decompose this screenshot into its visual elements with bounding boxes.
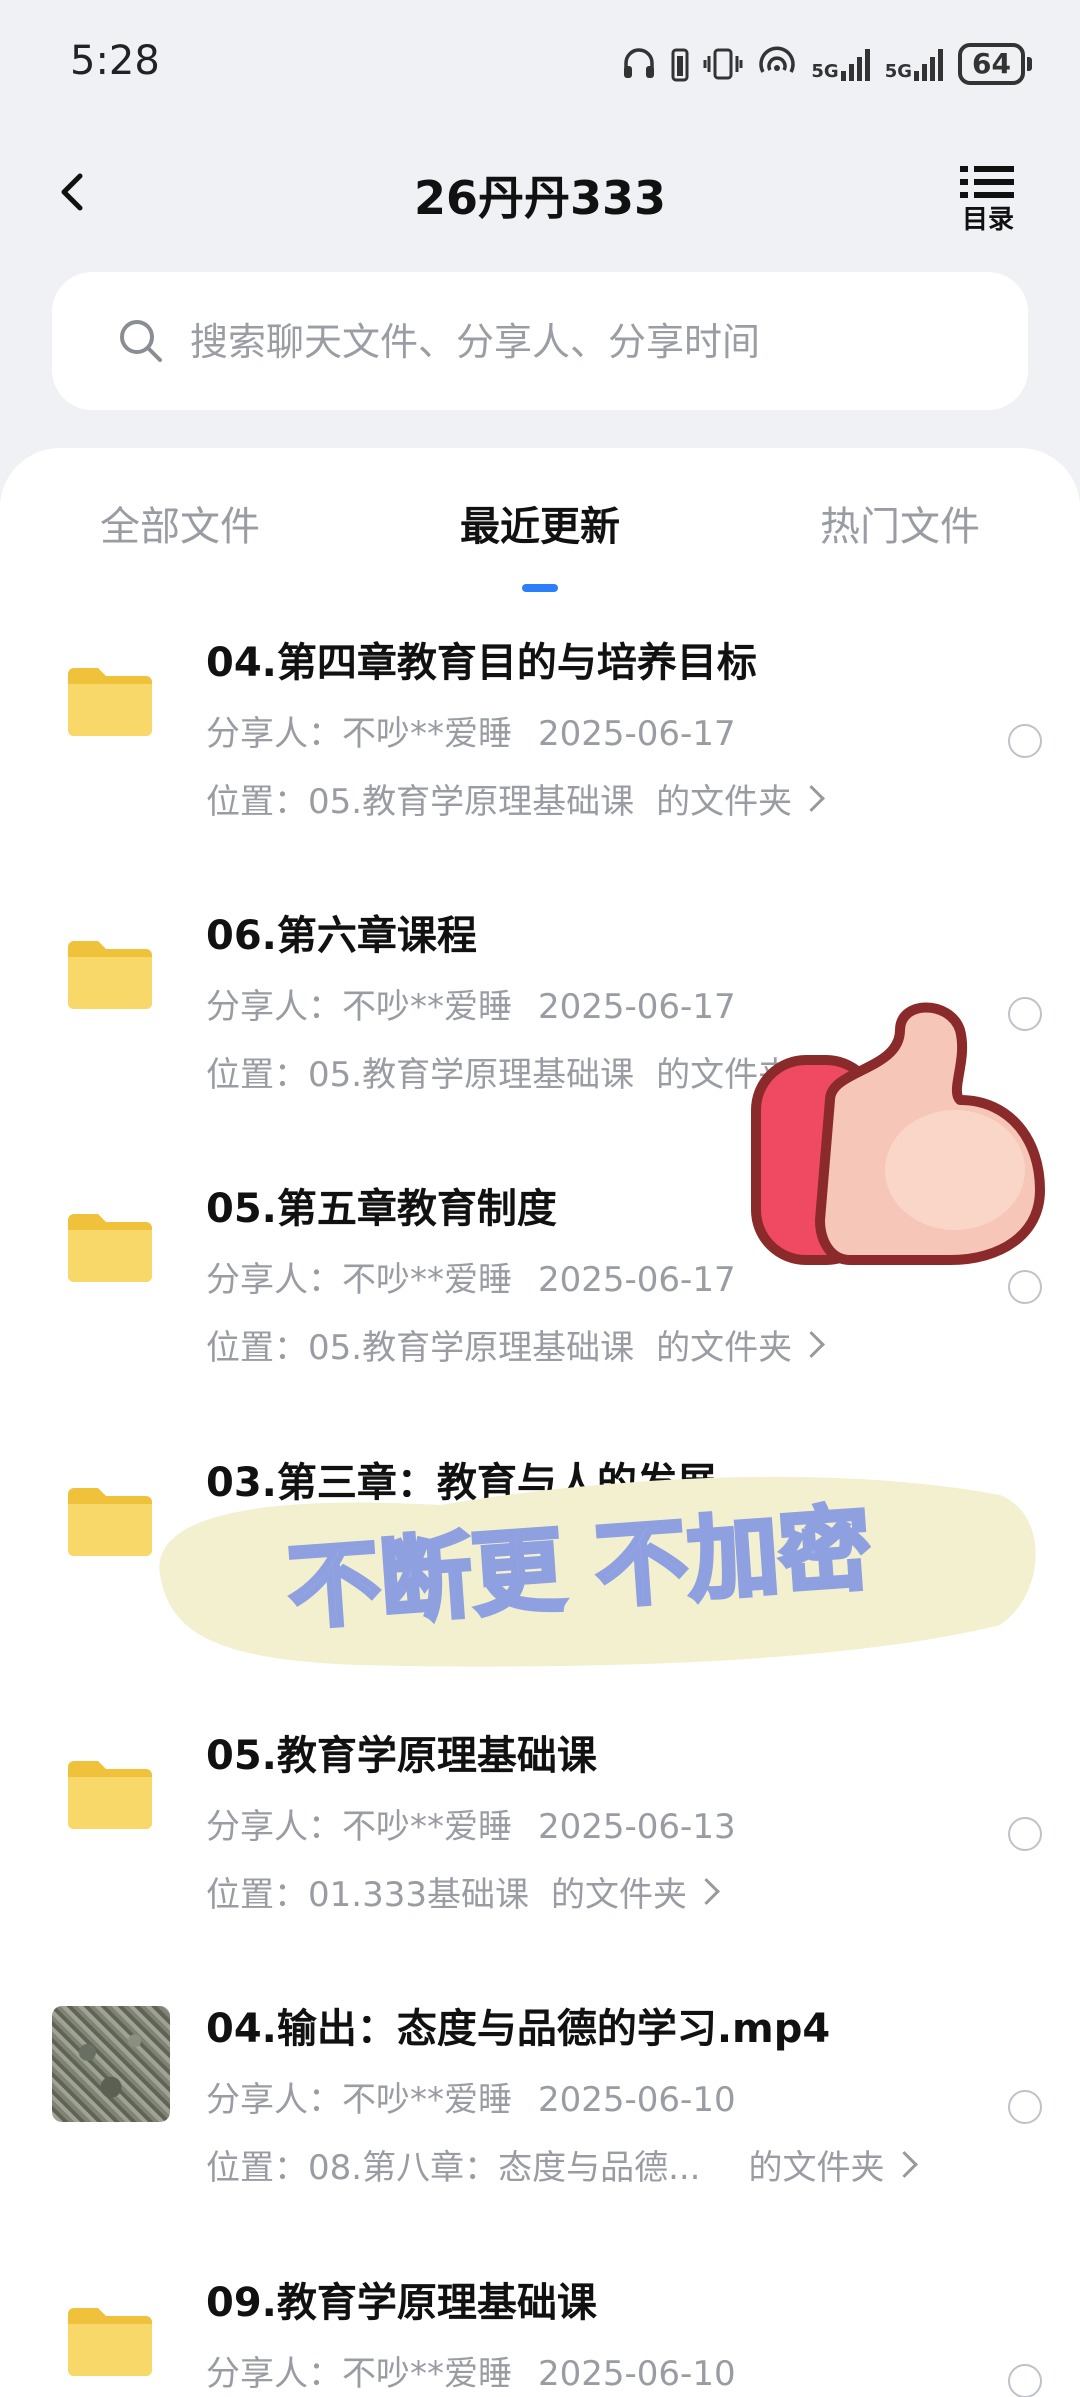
file-meta: 分享人：不吵**爱睡 2025-06-17: [206, 706, 736, 755]
file-title: 04.输出：态度与品德的学习.mp4: [206, 2006, 831, 2052]
list-icon: [960, 166, 1014, 198]
file-date: 2025-06-10: [538, 2080, 736, 2120]
tab-recent-updates[interactable]: 最近更新: [460, 494, 620, 552]
file-sharer: 分享人：不吵**爱睡: [206, 1807, 512, 1847]
thumbs-up-sticker-icon: [751, 1002, 1045, 1265]
file-date: 2025-06-17: [538, 1260, 736, 1300]
folder-icon: [68, 941, 152, 1009]
video-thumbnail: [52, 2006, 170, 2122]
file-sharer: 分享人：不吵**爱睡: [206, 714, 512, 754]
battery-indicator: 64: [958, 43, 1032, 85]
file-location-suffix: 的文件夹: [550, 1875, 687, 1915]
file-sharer: 分享人：不吵**爱睡: [206, 2080, 512, 2120]
file-location-suffix: 的文件夹: [656, 1328, 793, 1368]
list-item[interactable]: 05.教育学原理基础课 分享人：不吵**爱睡 2025-06-13 位置：01.3…: [0, 1723, 1080, 1993]
list-item[interactable]: 09.教育学原理基础课 分享人：不吵**爱睡 2025-06-10: [0, 2270, 1080, 2397]
file-location[interactable]: 位置：05.教育学原理基础课 的文件夹: [206, 774, 826, 823]
file-location-suffix: 的文件夹: [748, 2148, 885, 2188]
file-meta: 分享人：不吵**爱睡 2025-06-17: [206, 979, 736, 1028]
select-radio[interactable]: [1008, 2364, 1042, 2397]
select-radio[interactable]: [1008, 724, 1042, 758]
toc-button[interactable]: 目录: [956, 162, 1020, 235]
file-location-suffix: 的文件夹: [656, 782, 793, 822]
file-location-path: 位置：05.教育学原理基础课: [206, 782, 635, 822]
headphones-icon: [624, 48, 655, 78]
file-location-path: 位置：08.第八章：态度与品德...: [206, 2148, 701, 2188]
folder-icon: [68, 1761, 152, 1829]
chevron-right-icon: [798, 1331, 826, 1358]
file-location-path: 位置：05.教育学原理基础课: [206, 1055, 635, 1095]
search-icon: [120, 320, 162, 362]
folder-icon: [68, 668, 152, 736]
signal-2-label: 5G: [884, 61, 913, 82]
file-date: 2025-06-13: [538, 1807, 736, 1847]
file-title: 04.第四章教育目的与培养目标: [206, 640, 757, 686]
file-date: 2025-06-17: [538, 987, 736, 1027]
folder-icon: [68, 1214, 152, 1282]
status-icons: 5G 5G 64: [621, 40, 1032, 88]
search-bar[interactable]: [52, 272, 1028, 410]
battery-tip: [1027, 57, 1032, 71]
file-sharer: 分享人：不吵**爱睡: [206, 987, 512, 1027]
status-time: 5:28: [70, 38, 160, 84]
select-radio[interactable]: [1008, 1817, 1042, 1851]
file-location[interactable]: 位置：08.第八章：态度与品德... 的文件夹: [206, 2140, 918, 2189]
vibrate-icon: [703, 48, 743, 80]
battery-level: 64: [958, 43, 1025, 85]
select-radio[interactable]: [1008, 1270, 1042, 1304]
file-title: 06.第六章课程: [206, 913, 477, 959]
search-input[interactable]: [188, 302, 992, 382]
file-location-path: 位置：05.教育学原理基础课: [206, 1328, 635, 1368]
select-radio[interactable]: [1008, 2090, 1042, 2124]
signal-2-icon: [914, 49, 944, 81]
signal-1-label: 5G: [811, 61, 839, 82]
promo-banner: 不断更 不加密: [159, 1476, 1036, 1667]
file-sharer: 分享人：不吵**爱睡: [206, 2354, 512, 2394]
hotspot-icon: [759, 46, 796, 73]
chevron-right-icon: [693, 1878, 720, 1905]
status-bar: 5:28 5G 5G 64: [0, 0, 1080, 130]
file-location[interactable]: 位置：01.333基础课 的文件夹: [206, 1867, 720, 1916]
file-date: 2025-06-17: [538, 714, 736, 754]
signal-1-icon: [840, 49, 870, 81]
file-meta: 分享人：不吵**爱睡 2025-06-13: [206, 1799, 736, 1848]
battery-small-icon: [671, 48, 689, 82]
file-location[interactable]: 位置：05.教育学原理基础课 的文件夹: [206, 1047, 826, 1096]
file-meta: 分享人：不吵**爱睡 2025-06-17: [206, 1252, 736, 1301]
page-title: 26丹丹333: [413, 171, 667, 225]
tab-all-files[interactable]: 全部文件: [100, 494, 260, 552]
file-title: 05.教育学原理基础课: [206, 1733, 597, 1779]
file-meta: 分享人：不吵**爱睡 2025-06-10: [206, 2346, 736, 2395]
header: 26丹丹333 目录: [0, 140, 1080, 250]
file-date: 2025-06-10: [538, 2354, 736, 2394]
file-location[interactable]: 位置：05.教育学原理基础课 的文件夹: [206, 1320, 826, 1369]
file-location-path: 位置：01.333基础课: [206, 1875, 529, 1915]
file-meta: 分享人：不吵**爱睡 2025-06-10: [206, 2072, 736, 2121]
file-title: 09.教育学原理基础课: [206, 2280, 597, 2326]
toc-label: 目录: [961, 205, 1014, 235]
folder-icon: [68, 2308, 152, 2376]
file-sharer: 分享人：不吵**爱睡: [206, 1260, 512, 1300]
list-item[interactable]: 04.第四章教育目的与培养目标 分享人：不吵**爱睡 2025-06-17 位置：…: [0, 630, 1080, 900]
chevron-right-icon: [890, 2151, 918, 2178]
tab-bar: 全部文件 最近更新 热门文件: [0, 478, 1080, 592]
tab-hot-files[interactable]: 热门文件: [820, 494, 980, 552]
list-item[interactable]: 04.输出：态度与品德的学习.mp4 分享人：不吵**爱睡 2025-06-10 …: [0, 1996, 1080, 2266]
file-title: 05.第五章教育制度: [206, 1186, 557, 1232]
tab-indicator: [522, 584, 558, 592]
chevron-right-icon: [798, 785, 826, 812]
